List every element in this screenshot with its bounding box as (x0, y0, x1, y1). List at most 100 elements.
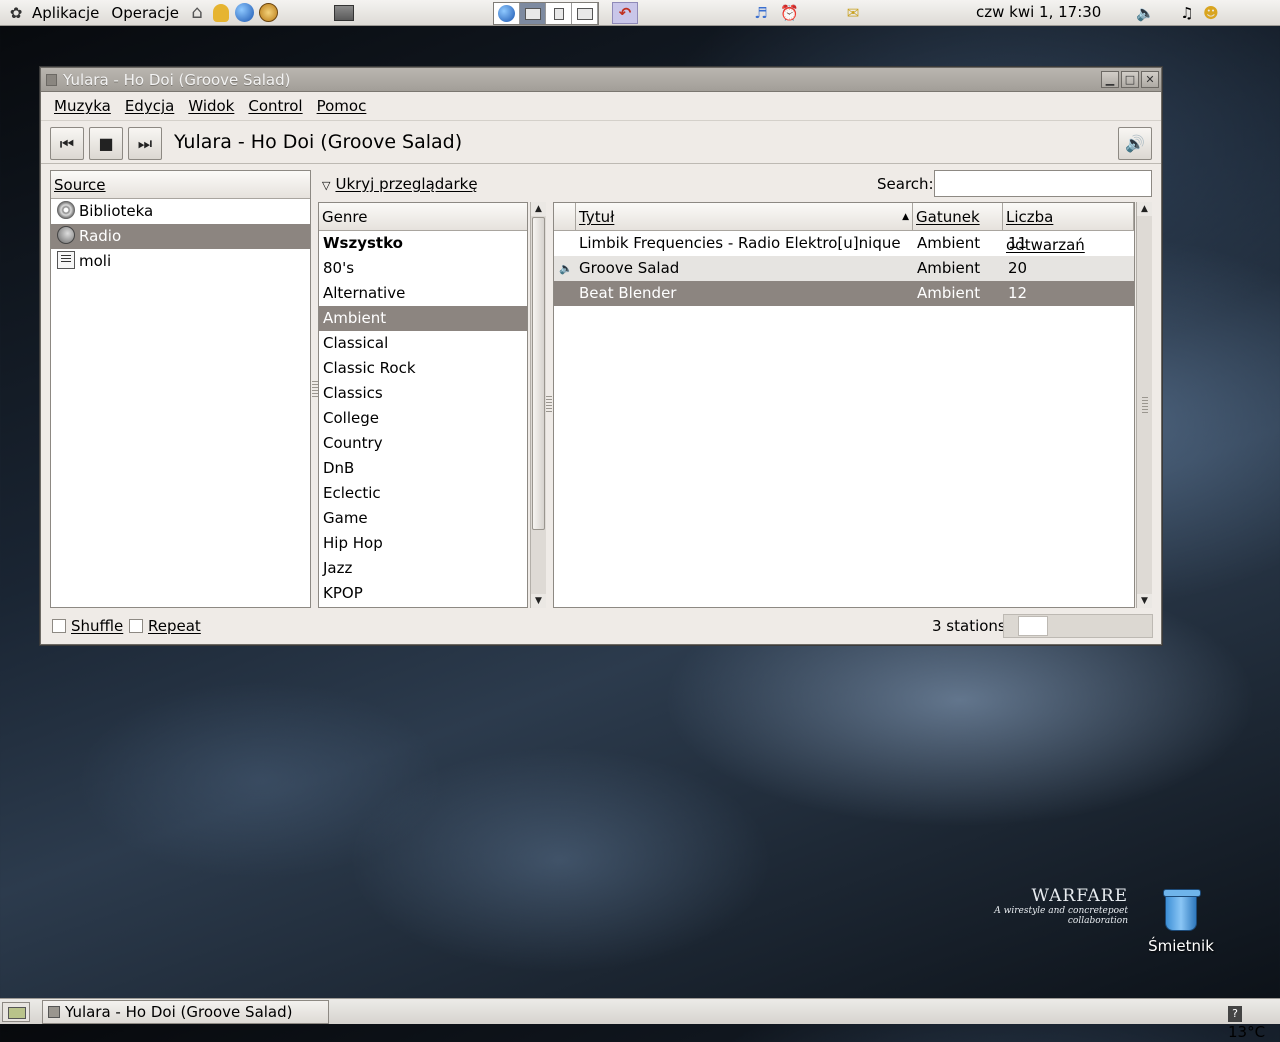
genre-header[interactable]: Genre (319, 203, 527, 231)
search-label: Search: (877, 175, 934, 193)
repeat-label[interactable]: Repeat (148, 617, 201, 635)
previous-button[interactable]: ⏮ (50, 127, 84, 160)
globe-icon (235, 3, 255, 22)
minimize-button[interactable]: ▁ (1101, 71, 1119, 88)
panel-clock[interactable]: czw kwi 1, 17:30 (976, 0, 1101, 25)
volume-button[interactable]: 🔊 (1118, 127, 1152, 160)
stop-button[interactable]: ■ (89, 127, 123, 160)
stations-scrollbar[interactable]: ▲ ▼ (1136, 202, 1152, 608)
window-icon (576, 7, 593, 20)
menu-muzyka[interactable]: Muzyka (47, 93, 118, 119)
search-input[interactable] (934, 170, 1152, 197)
menu-edycja[interactable]: Edycja (118, 93, 181, 119)
menu-pomoc[interactable]: Pomoc (310, 93, 374, 119)
hide-browser-toggle[interactable]: ▽ Ukryj przeglądarkę (322, 175, 478, 193)
scroll-down-icon[interactable]: ▼ (1137, 594, 1152, 608)
scroll-up-icon[interactable]: ▲ (1137, 202, 1152, 216)
user-status-icon[interactable]: ☻ (1202, 4, 1220, 22)
genre-item[interactable]: Ambient (319, 306, 527, 331)
maximize-button[interactable]: □ (1121, 71, 1139, 88)
home-launcher[interactable]: ⌂ (186, 2, 208, 24)
genre-scrollbar[interactable]: ▲ ▼ (530, 202, 546, 608)
user-launcher[interactable] (210, 2, 232, 24)
weather-applet[interactable]: ?13°C (1228, 1002, 1280, 1042)
stations-pane: Tytuł ▲ Gatunek Liczba odtwarzań Limbik … (553, 202, 1135, 608)
tray-alarm-icon[interactable]: ⏰ (780, 4, 799, 22)
volume-icon[interactable]: 🔈 (1136, 4, 1155, 22)
genre-item[interactable]: Classical (319, 331, 527, 356)
repeat-checkbox[interactable] (129, 619, 143, 633)
genre-item[interactable]: Classic Rock (319, 356, 527, 381)
source-item-label: Biblioteka (79, 202, 154, 220)
source-pane: Source Biblioteka Radio moli (50, 170, 311, 608)
gnome-foot-icon[interactable]: ✿ (6, 4, 26, 22)
source-item-moli[interactable]: moli (51, 249, 310, 274)
speaker-icon: 🔊 (1125, 134, 1145, 153)
genre-item[interactable]: Alternative (319, 281, 527, 306)
genre-item[interactable]: Jazz (319, 556, 527, 581)
source-header[interactable]: Source (51, 171, 310, 199)
actions-menu[interactable]: Operacje (105, 4, 185, 22)
table-row[interactable]: 🔈 Groove Salad Ambient 20 (554, 256, 1134, 281)
table-row[interactable]: Limbik Frequencies - Radio Elektro[u]niq… (554, 231, 1134, 256)
workspace-1[interactable] (494, 3, 520, 24)
window-menu-icon[interactable] (46, 74, 57, 86)
window-titlebar[interactable]: Yulara - Ho Doi (Groove Salad) ▁ □ ✕ (41, 68, 1161, 92)
menu-control[interactable]: Control (241, 93, 309, 119)
show-desktop-button[interactable] (2, 1002, 30, 1022)
genre-item[interactable]: College (319, 406, 527, 431)
title-column-header[interactable]: Tytuł ▲ (576, 203, 913, 231)
tray-notes-icon[interactable]: ♬ (752, 4, 770, 22)
weather-unknown-icon: ? (1228, 1006, 1242, 1022)
genre-item[interactable]: Wszystko (319, 231, 527, 256)
undo-icon: ↶ (618, 4, 632, 22)
shuffle-checkbox[interactable] (52, 619, 66, 633)
genre-item[interactable]: Hip Hop (319, 531, 527, 556)
progress-indicator (1018, 616, 1048, 636)
screen-launcher[interactable] (333, 2, 355, 24)
genre-item[interactable]: DnB (319, 456, 527, 481)
trash-icon (1163, 889, 1201, 931)
genre-item[interactable]: Eclectic (319, 481, 527, 506)
genre-item[interactable]: Country (319, 431, 527, 456)
workspace-3[interactable] (546, 3, 572, 24)
station-count: 3 stations (932, 617, 1006, 635)
browser-launcher[interactable] (234, 2, 256, 24)
cell-title: Beat Blender (579, 284, 677, 302)
applications-menu[interactable]: Aplikacje (26, 4, 105, 22)
workspace-switcher[interactable] (493, 2, 599, 25)
shuffle-label[interactable]: Shuffle (71, 617, 123, 635)
wallpaper-watermark: WARFARE A wirestyle and concretepoet col… (980, 886, 1128, 926)
taskbar-item-yulara[interactable]: Yulara - Ho Doi (Groove Salad) (42, 1000, 329, 1024)
radio-icon (57, 226, 75, 244)
scroll-down-icon[interactable]: ▼ (531, 594, 546, 608)
trash-desktop-icon[interactable]: Śmietnik (1146, 889, 1216, 955)
source-item-biblioteka[interactable]: Biblioteka (51, 199, 310, 224)
plays-column-header[interactable]: Liczba odtwarzań (1003, 203, 1134, 254)
genre-scrollbar-thumb[interactable] (532, 217, 545, 530)
next-button[interactable]: ⏭ (128, 127, 162, 160)
cell-plays: 11 (1008, 234, 1028, 252)
music-note-icon[interactable]: ♫ (1178, 4, 1196, 22)
genre-column-header[interactable]: Gatunek (913, 203, 1003, 231)
table-row[interactable]: Beat Blender Ambient 12 (554, 281, 1134, 306)
sort-ascending-icon: ▲ (902, 212, 909, 222)
genre-item[interactable]: 80's (319, 256, 527, 281)
window-icon (524, 7, 541, 20)
scroll-up-icon[interactable]: ▲ (531, 202, 546, 216)
next-icon: ⏭ (137, 133, 153, 153)
genre-item[interactable]: Classics (319, 381, 527, 406)
compass-launcher[interactable] (258, 2, 280, 24)
genre-item[interactable]: KPOP (319, 581, 527, 606)
genre-item[interactable]: Game (319, 506, 527, 531)
watermark-title: WARFARE (1031, 886, 1128, 906)
undo-applet[interactable]: ↶ (612, 2, 638, 24)
status-column-header[interactable] (554, 203, 576, 231)
menu-widok[interactable]: Widok (181, 93, 241, 119)
browser-pane-resize-handle[interactable] (546, 396, 552, 412)
workspace-2[interactable] (520, 3, 546, 24)
close-button[interactable]: ✕ (1141, 71, 1159, 88)
workspace-4[interactable] (572, 3, 598, 24)
source-item-radio[interactable]: Radio (51, 224, 310, 249)
tray-envelope-icon[interactable]: ✉ (844, 4, 862, 22)
